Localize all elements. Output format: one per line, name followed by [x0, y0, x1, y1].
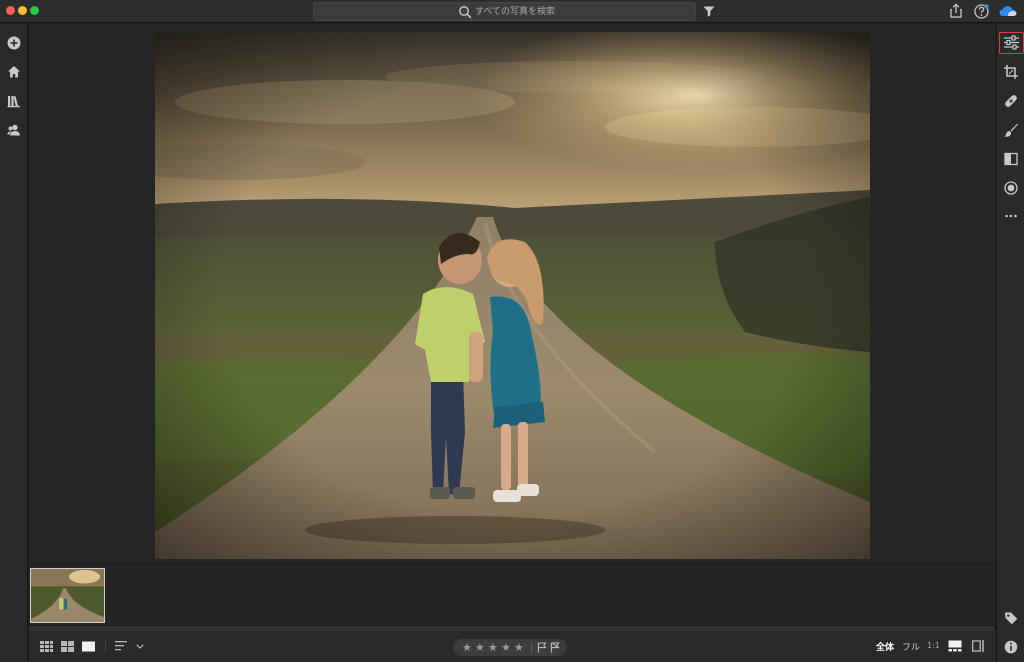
library-icon[interactable]: [5, 92, 23, 110]
filter-icon[interactable]: [702, 4, 716, 18]
toolbar-divider: [105, 639, 106, 653]
detail-view-icon[interactable]: [82, 641, 95, 652]
brush-icon[interactable]: [1002, 121, 1020, 139]
search-box[interactable]: [313, 2, 696, 21]
home-icon[interactable]: [5, 63, 23, 81]
window-close-button[interactable]: [6, 6, 15, 15]
window-zoom-button[interactable]: [30, 6, 39, 15]
title-bar: [0, 0, 1024, 23]
zoom-fit-button[interactable]: 全体: [876, 640, 894, 653]
radial-gradient-icon[interactable]: [1002, 179, 1020, 197]
flag-reject-icon[interactable]: [550, 642, 560, 653]
sort-chevron-down-icon[interactable]: [136, 644, 144, 649]
zoom-1to1-button[interactable]: 1:1: [927, 641, 940, 650]
info-icon[interactable]: [1002, 638, 1020, 656]
help-icon[interactable]: [973, 3, 990, 20]
photo-canvas: [29, 24, 996, 563]
edit-sliders-icon: [1004, 35, 1019, 50]
left-rail: [0, 24, 28, 662]
bottom-toolbar: ★ ★ ★ ★ ★ 全体 フル 1:1: [29, 631, 996, 662]
filmstrip-thumbnail[interactable]: [30, 568, 105, 623]
people-icon[interactable]: [5, 121, 23, 139]
flag-pick-icon[interactable]: [537, 642, 547, 653]
zoom-fill-button[interactable]: フル: [902, 640, 920, 653]
search-input[interactable]: [475, 4, 675, 20]
keyword-tag-icon[interactable]: [1002, 609, 1020, 627]
filmstrip: [29, 563, 996, 625]
healing-icon[interactable]: [1002, 92, 1020, 110]
main-photo[interactable]: [155, 32, 870, 559]
share-icon[interactable]: [948, 3, 964, 19]
rating-flag-control: ★ ★ ★ ★ ★: [453, 639, 567, 656]
rating-star-4[interactable]: ★: [501, 639, 511, 656]
cloud-sync-icon[interactable]: [998, 3, 1018, 19]
filmstrip-toggle-icon[interactable]: [948, 640, 962, 652]
rating-star-1[interactable]: ★: [462, 639, 472, 656]
square-grid-view-icon[interactable]: [40, 641, 53, 652]
linear-gradient-icon[interactable]: [1002, 150, 1020, 168]
crop-icon[interactable]: [1002, 63, 1020, 81]
rating-star-3[interactable]: ★: [488, 639, 498, 656]
sort-icon[interactable]: [115, 641, 127, 651]
right-rail: [996, 24, 1024, 662]
add-photo-icon[interactable]: [5, 34, 23, 52]
window-minimize-button[interactable]: [18, 6, 27, 15]
edit-button[interactable]: [999, 32, 1024, 54]
rating-divider: [531, 642, 532, 653]
rating-star-5[interactable]: ★: [514, 639, 524, 656]
photo-grid-view-icon[interactable]: [61, 641, 74, 652]
more-icon[interactable]: [1002, 207, 1020, 225]
compare-view-icon[interactable]: [972, 640, 985, 652]
search-icon: [459, 6, 472, 19]
rating-star-2[interactable]: ★: [475, 639, 485, 656]
